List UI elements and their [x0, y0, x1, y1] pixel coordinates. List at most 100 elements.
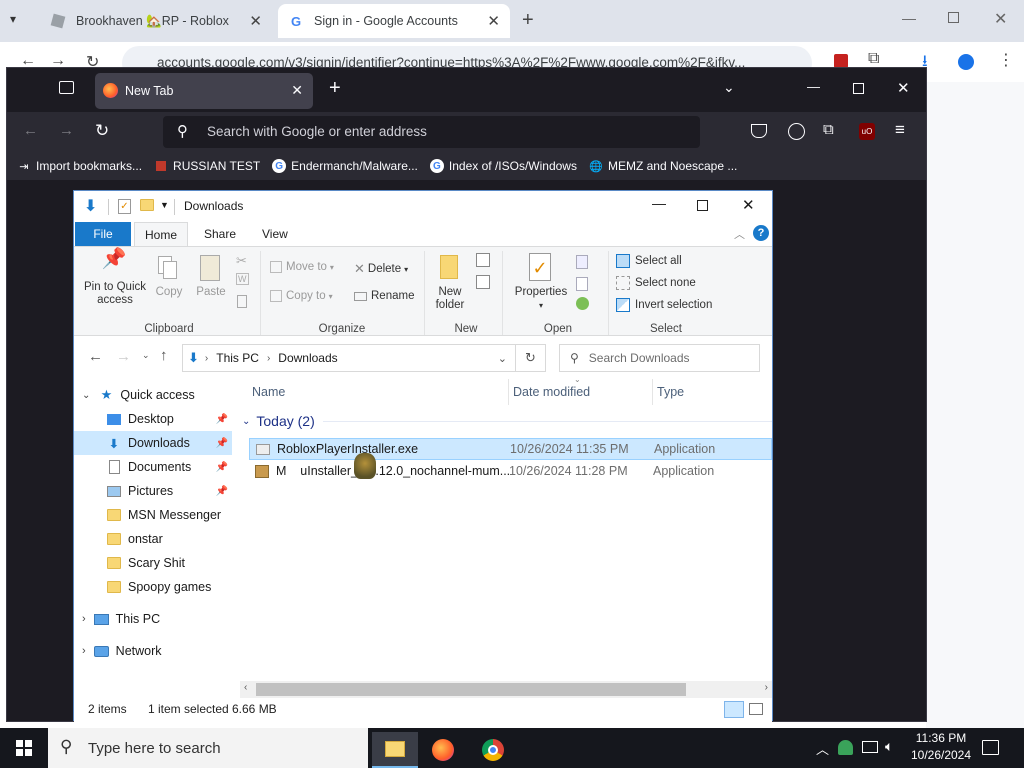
select-none-button[interactable]: Select none: [616, 276, 696, 290]
open-icon[interactable]: [576, 255, 588, 269]
menu-icon[interactable]: ⋮: [998, 50, 1014, 70]
pocket-icon[interactable]: [751, 124, 767, 138]
windows-start-icon[interactable]: [16, 740, 32, 756]
pin-icon[interactable]: 📌: [216, 438, 228, 449]
nav-item-spoopy-games[interactable]: Spoopy games: [74, 575, 232, 599]
nav-this-pc[interactable]: › This PC: [74, 607, 232, 631]
close-icon[interactable]: ✕: [487, 12, 500, 30]
restore-icon[interactable]: [948, 12, 959, 23]
up-icon[interactable]: ↑: [160, 347, 168, 364]
tab-share[interactable]: Share: [194, 222, 246, 246]
nav-item-msn-messenger[interactable]: MSN Messenger: [74, 503, 232, 527]
select-all-button[interactable]: Select all: [616, 254, 682, 268]
breadcrumb-this-pc[interactable]: This PC: [216, 351, 259, 365]
ublock-icon[interactable]: uO: [859, 123, 875, 140]
scroll-left-icon[interactable]: ‹: [244, 682, 247, 693]
taskbar-firefox[interactable]: [420, 732, 466, 768]
bookmark-isos[interactable]: G Index of /ISOs/Windows: [429, 159, 577, 173]
refresh-button[interactable]: ↻: [516, 344, 546, 372]
maximize-icon[interactable]: [853, 83, 864, 94]
maximize-icon[interactable]: [697, 200, 708, 211]
chrome-tab-google[interactable]: G Sign in - Google Accounts ✕: [278, 4, 510, 38]
properties-button[interactable]: ✓ Properties ▾: [510, 253, 572, 312]
nav-item-desktop[interactable]: Desktop 📌: [74, 407, 232, 431]
bookmark-memz[interactable]: 🌐 MEMZ and Noescape ...: [589, 159, 737, 173]
recent-locations-icon[interactable]: ⌄: [142, 350, 150, 361]
column-type[interactable]: Type: [657, 379, 684, 405]
horizontal-scrollbar[interactable]: ‹ ›: [240, 681, 772, 698]
network-icon[interactable]: [862, 741, 878, 753]
nav-quick-access[interactable]: ⌄ ★ Quick access: [74, 383, 232, 407]
close-icon[interactable]: ✕: [897, 79, 910, 97]
new-tab-icon[interactable]: +: [329, 77, 341, 100]
copy-path-icon[interactable]: W: [236, 273, 249, 285]
pin-to-quick-access-button[interactable]: 📌 Pin to Quick access: [80, 249, 148, 307]
file-row[interactable]: M uInstaller_3.1.12.0_nochannel-mum... 1…: [249, 460, 772, 482]
close-icon[interactable]: ✕: [291, 82, 303, 99]
taskbar-search[interactable]: ⚲ Type here to search: [48, 728, 368, 768]
taskbar-file-explorer[interactable]: [372, 732, 418, 768]
chrome-tab-roblox[interactable]: Brookhaven 🏡RP - Roblox ✕: [40, 4, 272, 38]
pin-icon[interactable]: 📌: [216, 462, 228, 473]
collapse-ribbon-icon[interactable]: ︿: [734, 226, 745, 242]
bookmark-endermanch[interactable]: G Endermanch/Malware...: [272, 159, 418, 173]
minimize-icon[interactable]: —: [902, 10, 916, 26]
firefox-tab-new-tab[interactable]: New Tab ✕: [95, 73, 313, 109]
edit-icon[interactable]: [576, 277, 588, 291]
copy-button[interactable]: Copy: [152, 253, 186, 299]
delete-button[interactable]: ✕ Delete ▾: [354, 261, 408, 277]
nav-item-pictures[interactable]: Pictures 📌: [74, 479, 232, 503]
reload-icon[interactable]: ↻: [95, 121, 109, 141]
account-icon[interactable]: [788, 123, 805, 140]
extensions-icon[interactable]: ⧉: [823, 121, 834, 138]
move-to-button[interactable]: Move to ▾: [270, 261, 334, 273]
paste-shortcut-icon[interactable]: [237, 295, 247, 308]
tab-overview-icon[interactable]: [59, 81, 74, 94]
rename-button[interactable]: Rename: [354, 290, 414, 302]
close-icon[interactable]: ✕: [742, 196, 755, 214]
tab-view[interactable]: View: [252, 222, 298, 246]
minimize-icon[interactable]: —: [807, 79, 820, 94]
back-icon[interactable]: ←: [88, 348, 103, 365]
profile-icon[interactable]: [958, 54, 974, 70]
new-item-icon[interactable]: [476, 253, 490, 267]
search-box[interactable]: ⚲ Search Downloads: [559, 344, 760, 372]
large-icons-view-icon[interactable]: [749, 703, 763, 715]
bookmark-russian-test[interactable]: RUSSIAN TEST: [154, 159, 260, 173]
address-bar[interactable]: ⬇ › This PC › Downloads ⌄: [182, 344, 516, 372]
pin-icon[interactable]: 📌: [216, 486, 228, 497]
address-dropdown-icon[interactable]: ⌄: [498, 352, 507, 365]
close-icon[interactable]: ✕: [994, 9, 1007, 29]
pin-icon[interactable]: 📌: [216, 414, 228, 425]
scrollbar-thumb[interactable]: [256, 683, 686, 696]
new-folder-icon[interactable]: [140, 199, 154, 214]
paste-button[interactable]: Paste: [192, 253, 230, 299]
forward-icon[interactable]: →: [116, 348, 131, 365]
bookmark-import[interactable]: ⇥ Import bookmarks...: [17, 159, 142, 173]
forward-icon[interactable]: →: [59, 122, 74, 139]
new-folder-button[interactable]: New folder: [430, 253, 470, 312]
minimize-icon[interactable]: —: [652, 195, 666, 211]
show-hidden-icons-icon[interactable]: ︿: [816, 739, 829, 758]
details-view-icon[interactable]: [724, 701, 744, 718]
taskbar-chrome[interactable]: [470, 732, 516, 768]
group-header-today[interactable]: ⌄ Today (2): [240, 413, 772, 429]
properties-checkbox-icon[interactable]: ✓: [118, 199, 131, 214]
puzzle-icon[interactable]: ⧉: [868, 50, 879, 68]
notification-icon[interactable]: [982, 740, 999, 755]
nav-item-downloads[interactable]: ⬇ Downloads 📌: [74, 431, 232, 455]
column-name[interactable]: Name: [252, 379, 285, 405]
tab-file[interactable]: File: [75, 222, 131, 246]
nav-item-documents[interactable]: Documents 📌: [74, 455, 232, 479]
tab-home[interactable]: Home: [134, 222, 189, 246]
extension-icon[interactable]: [834, 54, 848, 68]
cut-icon[interactable]: ✂: [236, 253, 247, 269]
chevron-down-icon[interactable]: ⌄: [723, 79, 735, 96]
taskbar-clock[interactable]: 11:36 PM 10/26/2024: [906, 730, 976, 764]
hamburger-menu-icon[interactable]: ≡: [895, 120, 905, 140]
copy-to-button[interactable]: Copy to ▾: [270, 290, 333, 302]
help-icon[interactable]: ?: [753, 225, 769, 241]
easy-access-icon[interactable]: [476, 275, 490, 289]
file-row[interactable]: RobloxPlayerInstaller.exe 10/26/2024 11:…: [249, 438, 772, 460]
firefox-address-bar[interactable]: ⚲ Search with Google or enter address: [163, 116, 700, 148]
